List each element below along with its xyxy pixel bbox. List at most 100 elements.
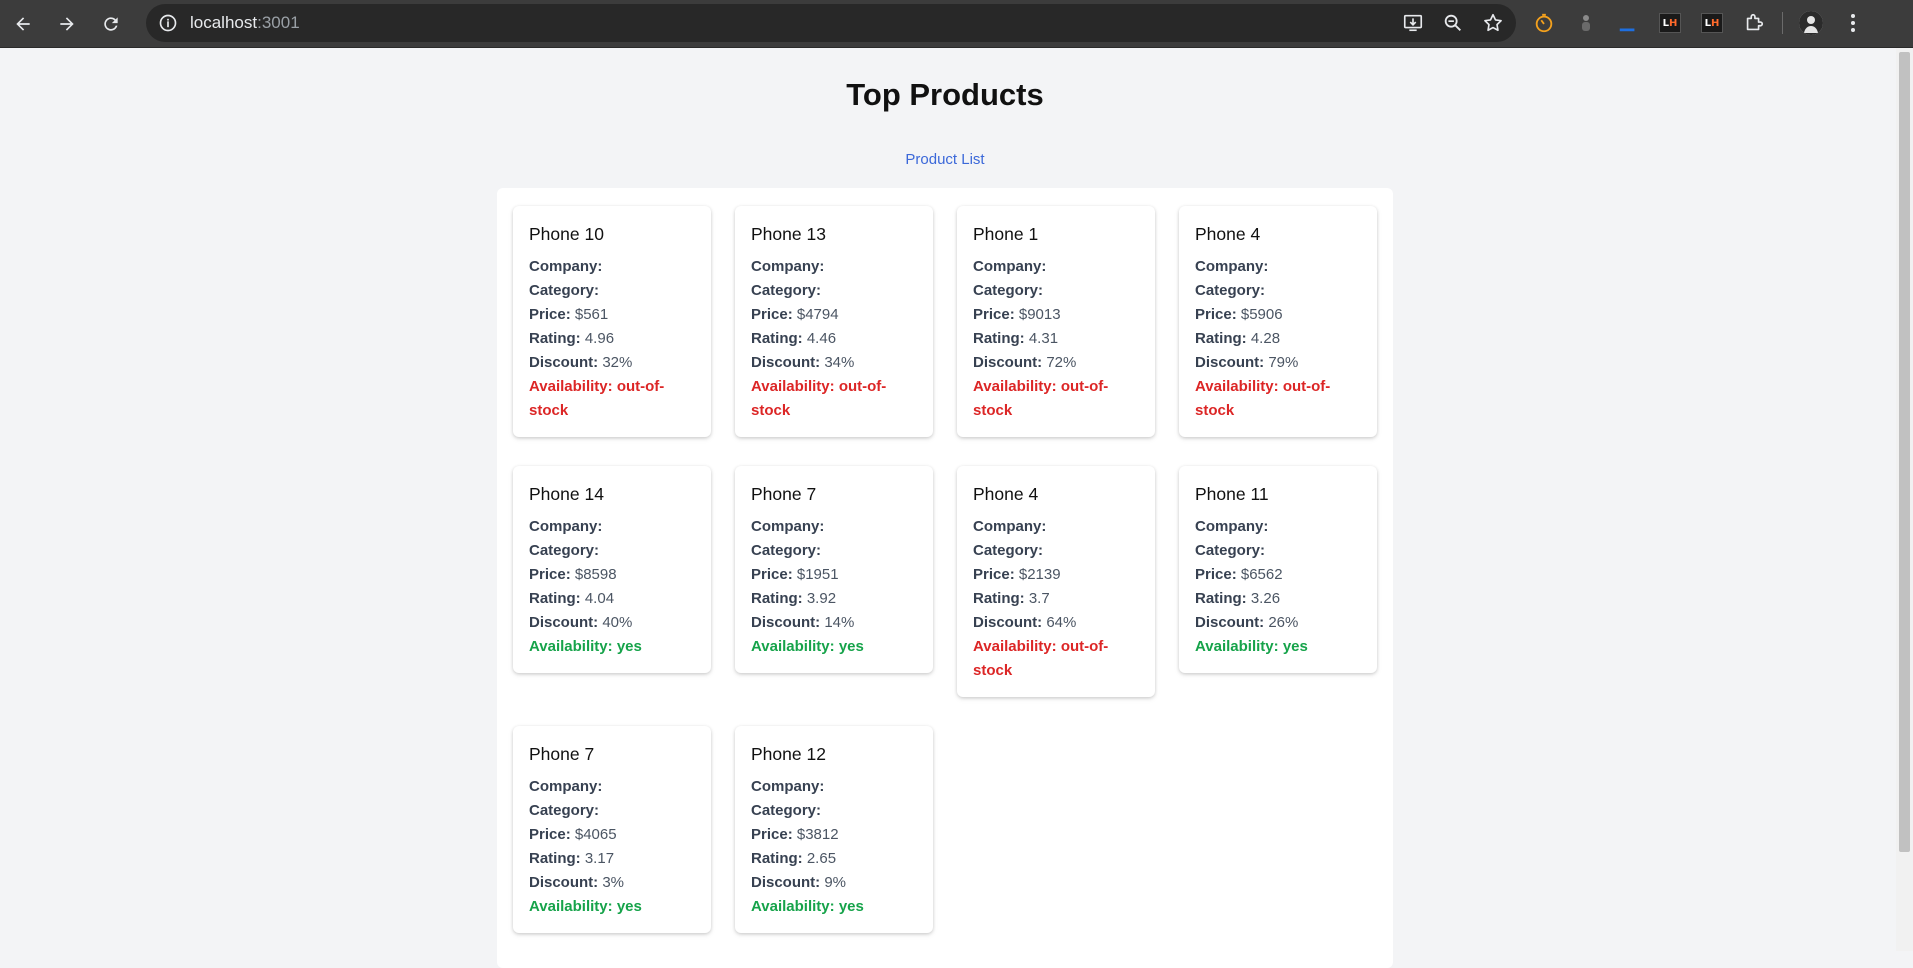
address-bar[interactable]: localhost:3001 xyxy=(146,4,1516,42)
product-name: Phone 13 xyxy=(751,224,826,244)
bookmark-star-icon[interactable] xyxy=(1480,10,1506,36)
product-price-value: $5906 xyxy=(1240,306,1283,323)
product-availability: Availability: out-of-stock xyxy=(529,375,695,423)
product-price-label: Price: xyxy=(751,566,793,583)
product-category-label: Category: xyxy=(751,282,822,299)
product-category-label: Category: xyxy=(751,542,822,559)
product-category-label: Category: xyxy=(529,282,600,299)
product-rating-label: Rating: xyxy=(751,590,803,607)
product-price-value: $6562 xyxy=(1240,566,1283,583)
product-availability-value: yes xyxy=(838,898,864,915)
product-list-link[interactable]: Product List xyxy=(0,151,1890,168)
product-company-label: Company: xyxy=(973,518,1047,535)
product-rating-value: 4.96 xyxy=(584,330,615,347)
profile-avatar[interactable] xyxy=(1797,9,1825,37)
page-scrollbar[interactable] xyxy=(1896,48,1913,951)
product-category-label: Category: xyxy=(1195,542,1266,559)
product-rating-value: 4.04 xyxy=(584,590,615,607)
product-price-row: Price: $561 xyxy=(529,303,695,327)
product-availability-label: Availability: xyxy=(529,898,613,915)
page-title: Top Products xyxy=(846,77,1044,112)
extension-underline-icon[interactable] xyxy=(1614,9,1642,37)
product-rating-row: Rating: 4.31 xyxy=(973,327,1139,351)
product-price-row: Price: $4065 xyxy=(529,823,695,847)
product-rating-value: 3.17 xyxy=(584,850,615,867)
product-company-label: Company: xyxy=(529,518,603,535)
product-rating-label: Rating: xyxy=(751,850,803,867)
product-discount-label: Discount: xyxy=(1195,614,1265,631)
product-company-label: Company: xyxy=(529,258,603,275)
product-company-row: Company: xyxy=(1195,255,1361,279)
product-card: Phone 12 Company: Category: Price: $3812 Rat… xyxy=(735,726,933,933)
product-rating-label: Rating: xyxy=(1195,590,1247,607)
reload-button[interactable] xyxy=(96,9,126,39)
back-button[interactable] xyxy=(8,9,38,39)
product-discount-value: 3% xyxy=(602,874,625,891)
more-menu-icon[interactable] xyxy=(1839,9,1867,37)
product-company-row: Company: xyxy=(973,515,1139,539)
product-card: Phone 4 Company: Category: Price: $5906 Rati… xyxy=(1179,206,1377,437)
url-port: :3001 xyxy=(257,13,300,32)
product-company-label: Company: xyxy=(751,258,825,275)
product-rating-value: 4.31 xyxy=(1028,330,1059,347)
product-discount-row: Discount: 32% xyxy=(529,351,695,375)
product-company-label: Company: xyxy=(751,518,825,535)
product-category-row: Category: xyxy=(1195,539,1361,563)
product-availability-label: Availability: xyxy=(751,638,835,655)
product-discount-value: 26% xyxy=(1268,614,1299,631)
product-price-label: Price: xyxy=(529,826,571,843)
product-category-label: Category: xyxy=(529,802,600,819)
extension-figure-icon[interactable] xyxy=(1572,9,1600,37)
product-company-row: Company: xyxy=(751,775,917,799)
extensions-puzzle-icon[interactable] xyxy=(1740,9,1768,37)
product-rating-label: Rating: xyxy=(529,330,581,347)
product-availability-label: Availability: xyxy=(1195,378,1279,395)
product-availability: Availability: out-of-stock xyxy=(973,635,1139,683)
product-price-row: Price: $8598 xyxy=(529,563,695,587)
product-company-row: Company: xyxy=(751,255,917,279)
product-rating-label: Rating: xyxy=(751,330,803,347)
product-price-value: $9013 xyxy=(1018,306,1061,323)
product-price-label: Price: xyxy=(751,826,793,843)
lighthouse-extension-icon-2[interactable]: LH xyxy=(1698,9,1726,37)
product-price-value: $4065 xyxy=(574,826,617,843)
lighthouse-extension-icon[interactable]: LH xyxy=(1656,9,1684,37)
url-text[interactable]: localhost:3001 xyxy=(190,13,300,33)
product-discount-value: 9% xyxy=(824,874,847,891)
product-category-row: Category: xyxy=(751,279,917,303)
product-discount-value: 34% xyxy=(824,354,855,371)
product-price-row: Price: $2139 xyxy=(973,563,1139,587)
product-price-value: $8598 xyxy=(574,566,617,583)
product-card: Phone 13 Company: Category: Price: $4794 Rat… xyxy=(735,206,933,437)
product-company-label: Company: xyxy=(1195,518,1269,535)
product-discount-value: 72% xyxy=(1046,354,1077,371)
product-category-row: Category: xyxy=(973,539,1139,563)
product-category-label: Category: xyxy=(973,282,1044,299)
product-discount-row: Discount: 14% xyxy=(751,611,917,635)
product-price-row: Price: $9013 xyxy=(973,303,1139,327)
site-info-icon[interactable] xyxy=(156,11,180,35)
product-availability-label: Availability: xyxy=(1195,638,1279,655)
product-rating-row: Rating: 3.26 xyxy=(1195,587,1361,611)
product-discount-label: Discount: xyxy=(973,614,1043,631)
product-rating-row: Rating: 3.92 xyxy=(751,587,917,611)
product-price-label: Price: xyxy=(973,306,1015,323)
product-rating-label: Rating: xyxy=(973,330,1025,347)
product-price-row: Price: $4794 xyxy=(751,303,917,327)
product-discount-row: Discount: 26% xyxy=(1195,611,1361,635)
install-app-icon[interactable] xyxy=(1400,10,1426,36)
product-discount-label: Discount: xyxy=(529,614,599,631)
timer-extension-icon[interactable] xyxy=(1530,9,1558,37)
product-rating-value: 4.28 xyxy=(1250,330,1281,347)
zoom-icon[interactable] xyxy=(1440,10,1466,36)
product-card: Phone 11 Company: Category: Price: $6562 Rat… xyxy=(1179,466,1377,673)
product-availability: Availability: out-of-stock xyxy=(1195,375,1361,423)
product-rating-value: 3.92 xyxy=(806,590,837,607)
forward-button[interactable] xyxy=(52,9,82,39)
product-discount-value: 79% xyxy=(1268,354,1299,371)
product-card: Phone 10 Company: Category: Price: $561 Rati… xyxy=(513,206,711,437)
toolbar-separator xyxy=(1782,12,1783,34)
scrollbar-thumb[interactable] xyxy=(1899,52,1910,852)
product-category-row: Category: xyxy=(751,799,917,823)
product-price-value: $2139 xyxy=(1018,566,1061,583)
